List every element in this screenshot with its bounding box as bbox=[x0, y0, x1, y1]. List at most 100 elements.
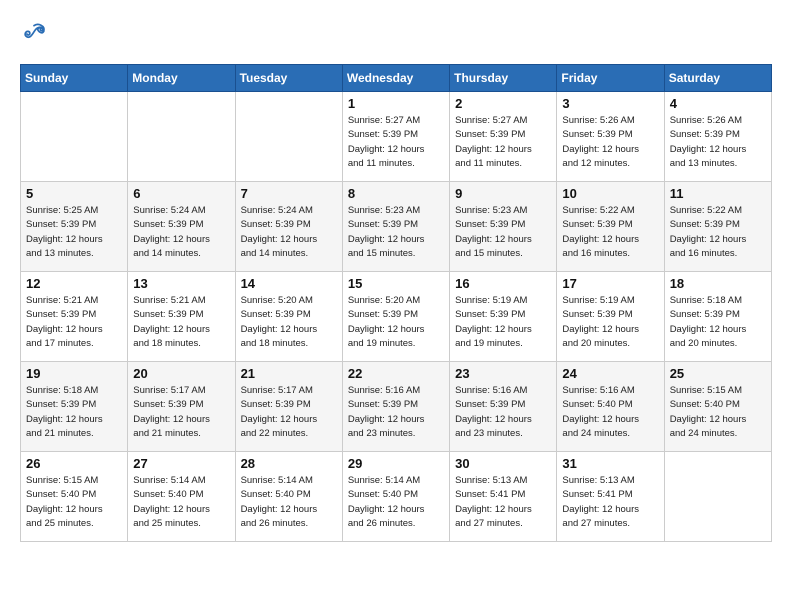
day-info: Sunrise: 5:24 AM Sunset: 5:39 PM Dayligh… bbox=[133, 204, 229, 261]
calendar-day-cell: 20 Sunrise: 5:17 AM Sunset: 5:39 PM Dayli… bbox=[128, 362, 235, 452]
calendar-day-cell: 7 Sunrise: 5:24 AM Sunset: 5:39 PM Daylig… bbox=[235, 182, 342, 272]
day-number: 1 bbox=[348, 96, 444, 111]
day-info: Sunrise: 5:17 AM Sunset: 5:39 PM Dayligh… bbox=[133, 384, 229, 441]
day-info: Sunrise: 5:24 AM Sunset: 5:39 PM Dayligh… bbox=[241, 204, 337, 261]
day-info: Sunrise: 5:14 AM Sunset: 5:40 PM Dayligh… bbox=[241, 474, 337, 531]
page-header bbox=[20, 20, 772, 48]
day-info: Sunrise: 5:13 AM Sunset: 5:41 PM Dayligh… bbox=[562, 474, 658, 531]
calendar-day-cell: 17 Sunrise: 5:19 AM Sunset: 5:39 PM Dayli… bbox=[557, 272, 664, 362]
day-info: Sunrise: 5:17 AM Sunset: 5:39 PM Dayligh… bbox=[241, 384, 337, 441]
day-number: 6 bbox=[133, 186, 229, 201]
day-info: Sunrise: 5:19 AM Sunset: 5:39 PM Dayligh… bbox=[455, 294, 551, 351]
day-info: Sunrise: 5:27 AM Sunset: 5:39 PM Dayligh… bbox=[455, 114, 551, 171]
calendar-day-cell: 10 Sunrise: 5:22 AM Sunset: 5:39 PM Dayli… bbox=[557, 182, 664, 272]
calendar-day-cell: 28 Sunrise: 5:14 AM Sunset: 5:40 PM Dayli… bbox=[235, 452, 342, 542]
calendar-day-cell: 12 Sunrise: 5:21 AM Sunset: 5:39 PM Dayli… bbox=[21, 272, 128, 362]
calendar-day-cell bbox=[664, 452, 771, 542]
day-number: 28 bbox=[241, 456, 337, 471]
day-number: 31 bbox=[562, 456, 658, 471]
calendar-day-cell: 13Sunrise: 5:21 AM Sunset: 5:39 PM Dayli… bbox=[128, 272, 235, 362]
calendar-day-cell: 5 Sunrise: 5:25 AM Sunset: 5:39 PM Daylig… bbox=[21, 182, 128, 272]
weekday-header: Monday bbox=[128, 65, 235, 92]
day-number: 30 bbox=[455, 456, 551, 471]
day-info: Sunrise: 5:20 AM Sunset: 5:39 PM Dayligh… bbox=[241, 294, 337, 351]
calendar-week-row: 19Sunrise: 5:18 AM Sunset: 5:39 PM Dayli… bbox=[21, 362, 772, 452]
day-info: Sunrise: 5:15 AM Sunset: 5:40 PM Dayligh… bbox=[670, 384, 766, 441]
calendar-day-cell: 27 Sunrise: 5:14 AM Sunset: 5:40 PM Dayli… bbox=[128, 452, 235, 542]
day-number: 18 bbox=[670, 276, 766, 291]
calendar-day-cell: 21 Sunrise: 5:17 AM Sunset: 5:39 PM Dayli… bbox=[235, 362, 342, 452]
weekday-header: Thursday bbox=[450, 65, 557, 92]
day-info: Sunrise: 5:14 AM Sunset: 5:40 PM Dayligh… bbox=[348, 474, 444, 531]
day-number: 26 bbox=[26, 456, 122, 471]
logo bbox=[20, 20, 52, 48]
calendar-day-cell bbox=[235, 92, 342, 182]
day-number: 8 bbox=[348, 186, 444, 201]
day-number: 12 bbox=[26, 276, 122, 291]
calendar-day-cell: 9Sunrise: 5:23 AM Sunset: 5:39 PM Daylig… bbox=[450, 182, 557, 272]
calendar-day-cell: 23 Sunrise: 5:16 AM Sunset: 5:39 PM Dayli… bbox=[450, 362, 557, 452]
calendar-day-cell: 14 Sunrise: 5:20 AM Sunset: 5:39 PM Dayli… bbox=[235, 272, 342, 362]
day-number: 17 bbox=[562, 276, 658, 291]
calendar-day-cell: 3 Sunrise: 5:26 AM Sunset: 5:39 PM Daylig… bbox=[557, 92, 664, 182]
day-number: 22 bbox=[348, 366, 444, 381]
day-number: 14 bbox=[241, 276, 337, 291]
calendar-day-cell: 18 Sunrise: 5:18 AM Sunset: 5:39 PM Dayli… bbox=[664, 272, 771, 362]
calendar-day-cell: 29 Sunrise: 5:14 AM Sunset: 5:40 PM Dayli… bbox=[342, 452, 449, 542]
day-number: 3 bbox=[562, 96, 658, 111]
calendar-day-cell: 11 Sunrise: 5:22 AM Sunset: 5:39 PM Dayli… bbox=[664, 182, 771, 272]
calendar-day-cell: 4 Sunrise: 5:26 AM Sunset: 5:39 PM Daylig… bbox=[664, 92, 771, 182]
calendar-table: SundayMondayTuesdayWednesdayThursdayFrid… bbox=[20, 64, 772, 542]
day-number: 27 bbox=[133, 456, 229, 471]
day-number: 5 bbox=[26, 186, 122, 201]
day-info: Sunrise: 5:16 AM Sunset: 5:39 PM Dayligh… bbox=[455, 384, 551, 441]
day-info: Sunrise: 5:21 AM Sunset: 5:39 PM Dayligh… bbox=[133, 294, 229, 351]
calendar-day-cell: 16 Sunrise: 5:19 AM Sunset: 5:39 PM Dayli… bbox=[450, 272, 557, 362]
calendar-day-cell: 24 Sunrise: 5:16 AM Sunset: 5:40 PM Dayli… bbox=[557, 362, 664, 452]
day-number: 21 bbox=[241, 366, 337, 381]
day-info: Sunrise: 5:26 AM Sunset: 5:39 PM Dayligh… bbox=[670, 114, 766, 171]
day-info: Sunrise: 5:22 AM Sunset: 5:39 PM Dayligh… bbox=[562, 204, 658, 261]
day-number: 2 bbox=[455, 96, 551, 111]
weekday-header: Wednesday bbox=[342, 65, 449, 92]
calendar-day-cell: 19Sunrise: 5:18 AM Sunset: 5:39 PM Dayli… bbox=[21, 362, 128, 452]
calendar-header-row: SundayMondayTuesdayWednesdayThursdayFrid… bbox=[21, 65, 772, 92]
day-info: Sunrise: 5:13 AM Sunset: 5:41 PM Dayligh… bbox=[455, 474, 551, 531]
day-number: 7 bbox=[241, 186, 337, 201]
calendar-day-cell bbox=[128, 92, 235, 182]
day-number: 4 bbox=[670, 96, 766, 111]
calendar-week-row: 5 Sunrise: 5:25 AM Sunset: 5:39 PM Daylig… bbox=[21, 182, 772, 272]
day-number: 10 bbox=[562, 186, 658, 201]
calendar-day-cell: 6 Sunrise: 5:24 AM Sunset: 5:39 PM Daylig… bbox=[128, 182, 235, 272]
weekday-header: Friday bbox=[557, 65, 664, 92]
day-number: 11 bbox=[670, 186, 766, 201]
day-info: Sunrise: 5:14 AM Sunset: 5:40 PM Dayligh… bbox=[133, 474, 229, 531]
day-number: 23 bbox=[455, 366, 551, 381]
day-info: Sunrise: 5:26 AM Sunset: 5:39 PM Dayligh… bbox=[562, 114, 658, 171]
day-info: Sunrise: 5:19 AM Sunset: 5:39 PM Dayligh… bbox=[562, 294, 658, 351]
calendar-day-cell: 30 Sunrise: 5:13 AM Sunset: 5:41 PM Dayli… bbox=[450, 452, 557, 542]
calendar-body: 1 Sunrise: 5:27 AM Sunset: 5:39 PM Daylig… bbox=[21, 92, 772, 542]
day-info: Sunrise: 5:27 AM Sunset: 5:39 PM Dayligh… bbox=[348, 114, 444, 171]
weekday-header: Saturday bbox=[664, 65, 771, 92]
day-info: Sunrise: 5:20 AM Sunset: 5:39 PM Dayligh… bbox=[348, 294, 444, 351]
day-number: 25 bbox=[670, 366, 766, 381]
day-number: 24 bbox=[562, 366, 658, 381]
calendar-week-row: 12 Sunrise: 5:21 AM Sunset: 5:39 PM Dayli… bbox=[21, 272, 772, 362]
weekday-header: Sunday bbox=[21, 65, 128, 92]
day-number: 9 bbox=[455, 186, 551, 201]
calendar-day-cell: 26 Sunrise: 5:15 AM Sunset: 5:40 PM Dayli… bbox=[21, 452, 128, 542]
calendar-day-cell: 22Sunrise: 5:16 AM Sunset: 5:39 PM Dayli… bbox=[342, 362, 449, 452]
calendar-day-cell: 31 Sunrise: 5:13 AM Sunset: 5:41 PM Dayli… bbox=[557, 452, 664, 542]
day-info: Sunrise: 5:25 AM Sunset: 5:39 PM Dayligh… bbox=[26, 204, 122, 261]
day-info: Sunrise: 5:16 AM Sunset: 5:40 PM Dayligh… bbox=[562, 384, 658, 441]
day-info: Sunrise: 5:21 AM Sunset: 5:39 PM Dayligh… bbox=[26, 294, 122, 351]
day-number: 16 bbox=[455, 276, 551, 291]
day-number: 29 bbox=[348, 456, 444, 471]
day-info: Sunrise: 5:22 AM Sunset: 5:39 PM Dayligh… bbox=[670, 204, 766, 261]
day-number: 20 bbox=[133, 366, 229, 381]
day-info: Sunrise: 5:18 AM Sunset: 5:39 PM Dayligh… bbox=[670, 294, 766, 351]
day-info: Sunrise: 5:15 AM Sunset: 5:40 PM Dayligh… bbox=[26, 474, 122, 531]
calendar-day-cell: 2 Sunrise: 5:27 AM Sunset: 5:39 PM Daylig… bbox=[450, 92, 557, 182]
calendar-day-cell: 8Sunrise: 5:23 AM Sunset: 5:39 PM Daylig… bbox=[342, 182, 449, 272]
